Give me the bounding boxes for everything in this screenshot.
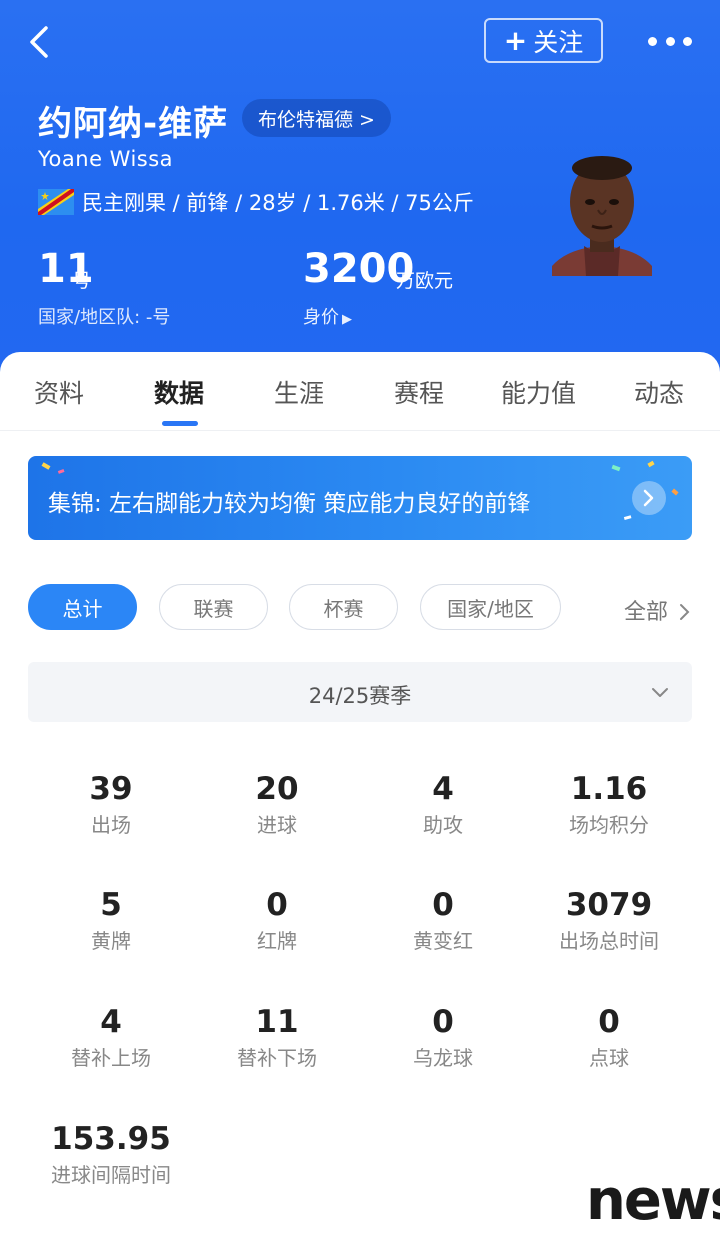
follow-button[interactable]: + 关注 [484,18,603,63]
chevron-right-icon[interactable] [632,481,666,515]
stat-goals: 20 进球 [255,771,299,837]
player-info-text: 民主刚果 / 前锋 / 28岁 / 1.76米 / 75公斤 [82,191,474,215]
tab-profile[interactable]: 资料 [34,374,84,410]
player-info-line: 民主刚果 / 前锋 / 28岁 / 1.76米 / 75公斤 [38,187,474,217]
season-selector[interactable]: 24/25赛季 [28,662,692,722]
chevron-down-icon [652,688,668,697]
more-options-icon[interactable] [648,34,692,48]
filter-total[interactable]: 总计 [28,584,137,630]
player-name-en: Yoane Wissa [38,147,174,171]
player-header: + 关注 约阿纳-维萨 布伦特福德 > Yoane Wissa 民主刚果 / 前… [0,0,720,372]
highlight-banner[interactable]: 集锦: 左右脚能力较为均衡 策应能力良好的前锋 [28,456,692,540]
player-name-cn: 约阿纳-维萨 [38,104,229,144]
stat-own-goals: 0 乌龙球 [413,1004,473,1070]
back-arrow-icon[interactable] [22,22,62,62]
stat-second-yellow: 0 黄变红 [413,887,473,953]
chevron-right-icon [680,604,690,620]
stat-points-per-match: 1.16 场均积分 [569,771,649,837]
shirt-number-unit: 号 [72,270,92,292]
filter-league[interactable]: 联赛 [159,584,268,630]
stat-minutes-played: 3079 出场总时间 [559,887,659,953]
market-value-unit: 万欧元 [396,270,454,292]
news-watermark: news [586,1168,720,1233]
active-tab-indicator [162,421,198,426]
follow-label: 关注 [533,27,584,57]
filter-national[interactable]: 国家/地区 [420,584,561,630]
filter-all[interactable]: 全部 [624,594,691,626]
tab-stats[interactable]: 数据 [154,374,204,410]
season-label: 24/25赛季 [308,684,412,708]
stat-yellow-cards: 5 黄牌 [91,887,131,953]
national-team-number: 国家/地区队: -号 [38,307,171,328]
plus-icon: + [503,24,528,57]
stat-sub-on: 4 替补上场 [71,1004,151,1070]
play-triangle-icon: ▶ [342,312,352,327]
banner-text: 集锦: 左右脚能力较为均衡 策应能力良好的前锋 [48,491,531,517]
stat-sub-off: 11 替补下场 [237,1004,317,1070]
team-link[interactable]: 布伦特福德 > [242,99,391,137]
player-avatar [552,156,652,276]
stat-assists: 4 助攻 [423,771,463,837]
filter-cup[interactable]: 杯赛 [289,584,398,630]
tab-news[interactable]: 动态 [634,374,684,410]
dr-congo-flag-icon [38,189,74,215]
stat-penalties: 0 点球 [589,1004,629,1070]
market-value-link[interactable]: 身价 ▶ [303,303,352,329]
tab-career[interactable]: 生涯 [274,374,324,410]
stat-appearances: 39 出场 [89,771,133,837]
stat-red-cards: 0 红牌 [257,887,297,953]
tab-bar: 资料 数据 生涯 赛程 能力值 动态 [0,352,720,431]
stat-minutes-per-goal: 153.95 进球间隔时间 [51,1121,171,1187]
tab-ability[interactable]: 能力值 [501,374,576,410]
tab-schedule[interactable]: 赛程 [394,374,444,410]
